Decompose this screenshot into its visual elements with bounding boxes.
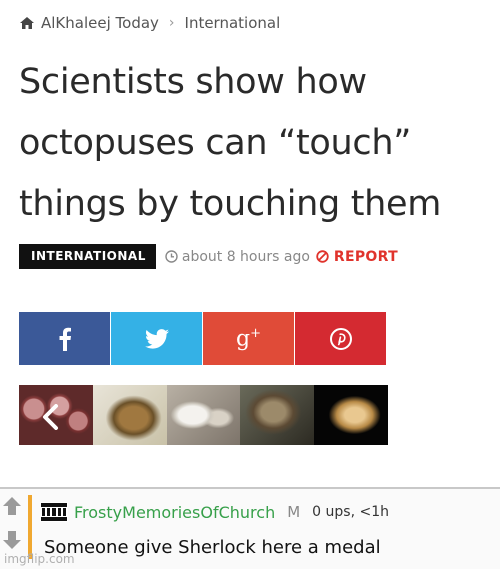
pinterest-share-button[interactable] <box>295 312 386 365</box>
related-thumbnails <box>19 385 388 445</box>
upvote-arrow-icon[interactable] <box>1 495 23 517</box>
google-plus-icon: g+ <box>236 325 261 352</box>
article-meta: INTERNATIONAL about 8 hours ago REPORT <box>19 244 398 269</box>
comment-header: FrostyMemoriesOfChurch M 0 ups, <1h <box>40 501 389 523</box>
facebook-icon <box>59 327 71 351</box>
facebook-share-button[interactable] <box>19 312 110 365</box>
comment-ups: 0 ups, <1h <box>312 504 389 520</box>
twitter-icon <box>144 328 169 349</box>
clock-icon <box>165 250 178 263</box>
timestamp-text: about 8 hours ago <box>181 248 310 265</box>
share-bar: g+ <box>19 312 386 365</box>
thumbnail-4[interactable] <box>240 385 315 445</box>
report-button[interactable]: REPORT <box>316 249 398 265</box>
mod-mark: M <box>287 503 301 521</box>
home-icon[interactable] <box>19 16 35 30</box>
comment: FrostyMemoriesOfChurch M 0 ups, <1h Some… <box>0 489 500 569</box>
thumbnail-2[interactable] <box>92 385 167 445</box>
breadcrumb-site[interactable]: AlKhaleej Today <box>41 14 159 32</box>
thumbnail-3[interactable] <box>166 385 241 445</box>
comment-accent-bar <box>28 495 32 559</box>
google-plus-share-button[interactable]: g+ <box>203 312 294 365</box>
downvote-arrow-icon[interactable] <box>1 529 23 551</box>
thumbnail-5[interactable] <box>314 385 388 445</box>
twitter-share-button[interactable] <box>111 312 202 365</box>
title-line-2: octopuses can “touch” <box>19 123 412 163</box>
category-tag[interactable]: INTERNATIONAL <box>19 244 156 269</box>
watermark: imgflip.com <box>4 552 75 566</box>
title-line-1: Scientists show how <box>19 62 367 102</box>
chevron-left-icon[interactable] <box>40 404 60 430</box>
breadcrumb: AlKhaleej Today › International <box>19 12 280 34</box>
title-line-3: things by touching them <box>19 184 442 224</box>
chevron-right-icon: › <box>168 15 175 31</box>
timestamp: about 8 hours ago <box>165 249 310 265</box>
pinterest-icon <box>329 327 352 350</box>
comment-text: Someone give Sherlock here a medal <box>44 537 381 558</box>
breadcrumb-section[interactable]: International <box>185 14 281 32</box>
ban-icon <box>316 250 329 263</box>
avatar[interactable] <box>40 502 68 522</box>
comment-username[interactable]: FrostyMemoriesOfChurch <box>74 503 275 522</box>
article-title: Scientists show how octopuses can “touch… <box>19 52 489 235</box>
report-label: REPORT <box>333 248 398 265</box>
